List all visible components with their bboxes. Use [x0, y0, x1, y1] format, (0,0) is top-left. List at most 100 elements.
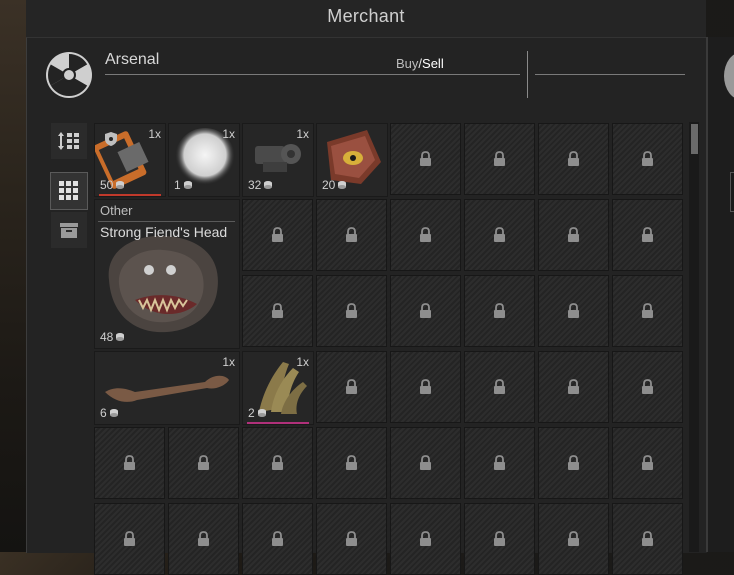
- currency-icon: [257, 409, 266, 417]
- lock-icon: [272, 531, 283, 546]
- radiation-icon: [46, 52, 92, 98]
- item-pale-orb[interactable]: 1x 1: [168, 123, 240, 197]
- locked-slot[interactable]: [612, 503, 683, 575]
- item-tablet-device[interactable]: 1x 50: [94, 123, 166, 197]
- header-divider-right: [535, 74, 685, 75]
- item-price: 32: [248, 178, 273, 192]
- locked-slot[interactable]: [612, 123, 683, 195]
- locked-slot[interactable]: [538, 351, 609, 423]
- locked-slot[interactable]: [538, 503, 609, 575]
- locked-slot[interactable]: [316, 199, 387, 271]
- locked-slot[interactable]: [464, 199, 535, 271]
- locked-slot[interactable]: [242, 275, 313, 347]
- locked-slot[interactable]: [390, 503, 461, 575]
- locked-slot[interactable]: [316, 351, 387, 423]
- shield-icon: [105, 132, 117, 146]
- lock-icon: [494, 303, 505, 318]
- lock-icon: [346, 379, 357, 394]
- lock-icon: [124, 531, 135, 546]
- lock-icon: [420, 303, 431, 318]
- sort-grid-icon: [58, 132, 79, 150]
- scrollbar-thumb[interactable]: [691, 124, 698, 154]
- locked-slot[interactable]: [612, 199, 683, 271]
- item-price-value: 50: [100, 178, 114, 192]
- locked-slot[interactable]: [316, 503, 387, 575]
- grid-view-button[interactable]: [50, 172, 88, 210]
- locked-slot[interactable]: [464, 123, 535, 195]
- lock-icon: [420, 531, 431, 546]
- item-mechanical-parts[interactable]: 1x 32: [242, 123, 314, 197]
- lock-icon: [494, 151, 505, 166]
- lock-icon: [642, 455, 653, 470]
- right-panel: [706, 37, 734, 552]
- storage-button[interactable]: [51, 212, 87, 248]
- locked-slot[interactable]: [390, 351, 461, 423]
- locked-slot[interactable]: [538, 275, 609, 347]
- currency-icon: [116, 181, 125, 189]
- background-left-edge: [0, 0, 26, 552]
- currency-icon: [338, 181, 347, 189]
- locked-slot[interactable]: [612, 427, 683, 499]
- buy-sell-toggle[interactable]: Buy/Sell: [396, 56, 444, 71]
- locked-slot[interactable]: [390, 199, 461, 271]
- lock-icon: [494, 379, 505, 394]
- locked-slot[interactable]: [612, 351, 683, 423]
- locked-slot[interactable]: [538, 199, 609, 271]
- buy-option[interactable]: Buy: [396, 56, 418, 71]
- rarity-underline: [247, 422, 309, 424]
- lock-icon: [494, 531, 505, 546]
- storage-box-icon: [60, 223, 78, 238]
- locked-slot[interactable]: [390, 123, 461, 195]
- lock-icon: [272, 455, 283, 470]
- locked-slot[interactable]: [390, 275, 461, 347]
- right-panel-slot[interactable]: [730, 172, 734, 212]
- item-bone[interactable]: 1x 6: [94, 351, 240, 425]
- locked-slot[interactable]: [464, 427, 535, 499]
- lock-icon: [642, 531, 653, 546]
- item-price: 2: [248, 406, 267, 420]
- item-price-value: 1: [174, 178, 181, 192]
- locked-slot[interactable]: [538, 123, 609, 195]
- lock-icon: [568, 455, 579, 470]
- sell-option[interactable]: Sell: [422, 56, 444, 71]
- item-price: 20: [322, 178, 347, 192]
- rarity-underline: [99, 194, 161, 196]
- currency-icon: [264, 181, 273, 189]
- locked-slot[interactable]: [390, 427, 461, 499]
- locked-slot[interactable]: [538, 427, 609, 499]
- locked-slot[interactable]: [94, 427, 165, 499]
- item-price: 50: [100, 178, 125, 192]
- locked-slot[interactable]: [168, 427, 239, 499]
- header-divider: [105, 74, 520, 75]
- locked-slot[interactable]: [316, 427, 387, 499]
- locked-slot[interactable]: [242, 427, 313, 499]
- tooltip-divider: [98, 221, 235, 222]
- locked-slot[interactable]: [612, 275, 683, 347]
- locked-slot[interactable]: [464, 503, 535, 575]
- locked-slot[interactable]: [464, 275, 535, 347]
- scrollbar-track[interactable]: [689, 122, 699, 552]
- item-quantity: 1x: [148, 127, 161, 141]
- item-name: Strong Fiend's Head: [100, 224, 228, 240]
- locked-slot[interactable]: [94, 503, 165, 575]
- locked-slot[interactable]: [242, 199, 313, 271]
- item-eye-chunk[interactable]: 20: [316, 123, 388, 197]
- lock-icon: [642, 151, 653, 166]
- item-claw[interactable]: 1x 2: [242, 351, 314, 425]
- item-price-value: 48: [100, 330, 114, 344]
- locked-slot[interactable]: [242, 503, 313, 575]
- fiend-head-image: [108, 235, 218, 333]
- currency-icon: [109, 409, 118, 417]
- lock-icon: [568, 379, 579, 394]
- item-quantity: 1x: [222, 355, 235, 369]
- locked-slot[interactable]: [316, 275, 387, 347]
- lock-icon: [494, 227, 505, 242]
- sort-button[interactable]: [51, 123, 87, 159]
- item-price-value: 32: [248, 178, 262, 192]
- locked-slot[interactable]: [168, 503, 239, 575]
- locked-slot[interactable]: [464, 351, 535, 423]
- item-price: 1: [174, 178, 193, 192]
- lock-icon: [346, 455, 357, 470]
- lock-icon: [642, 379, 653, 394]
- lock-icon: [420, 379, 431, 394]
